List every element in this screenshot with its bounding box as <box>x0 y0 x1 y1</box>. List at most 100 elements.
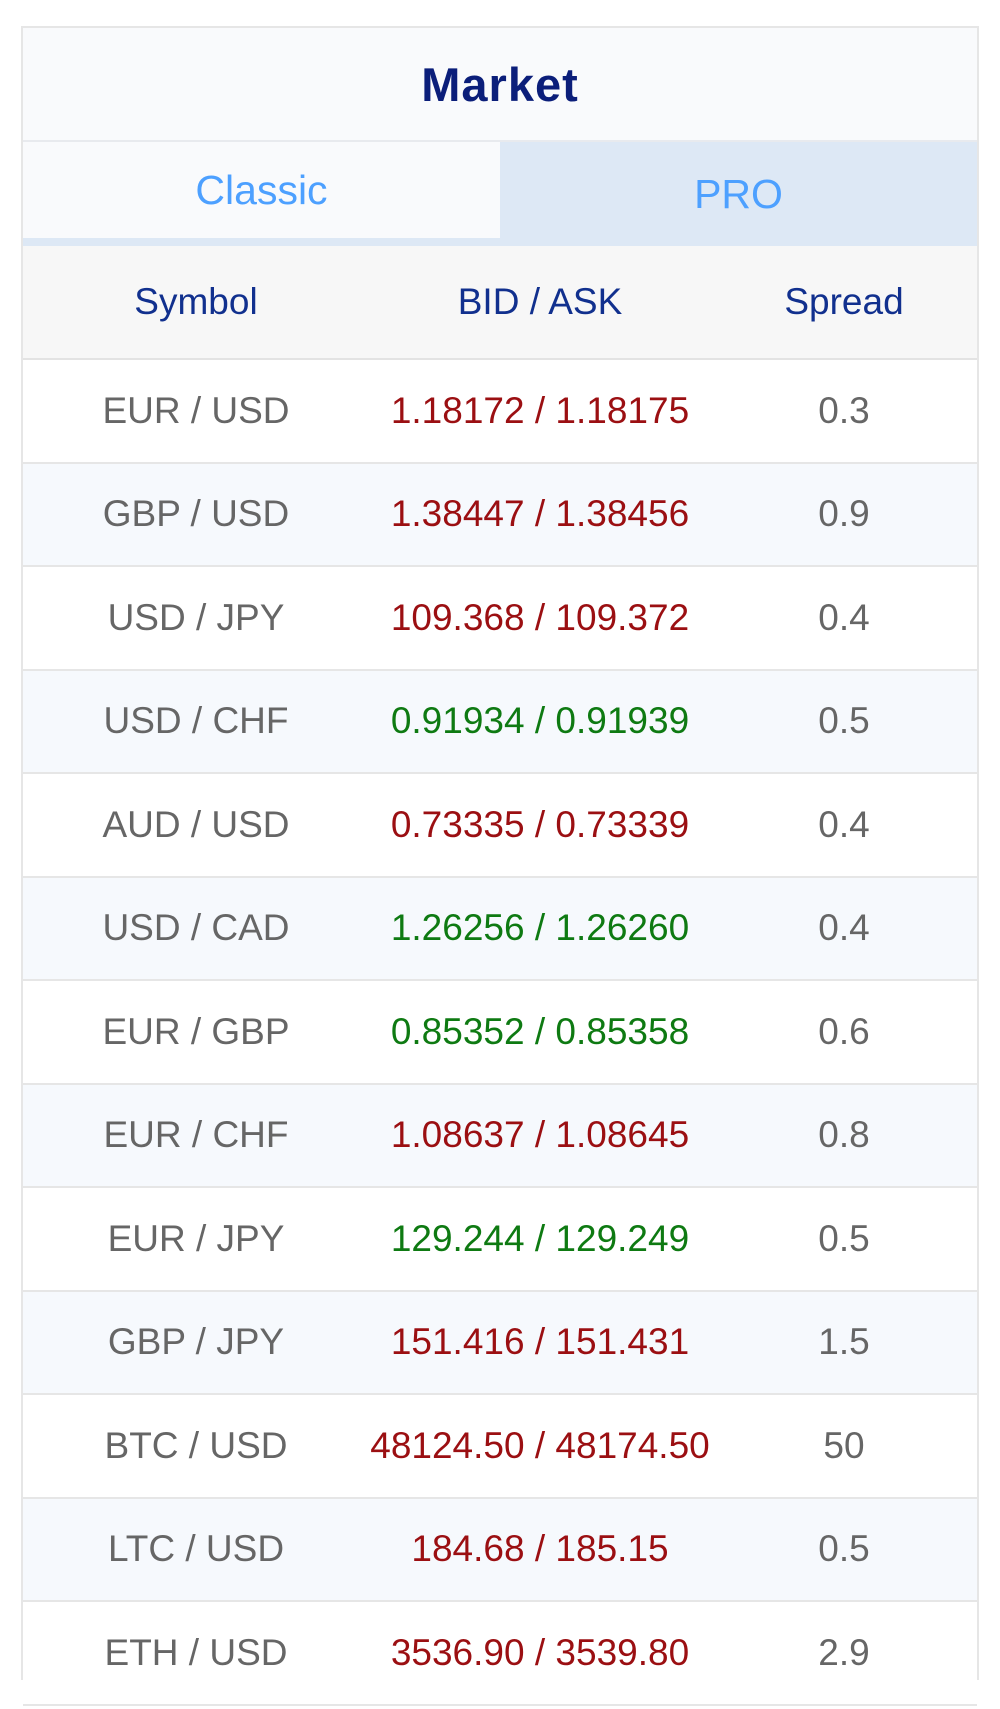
bid-ask-cell: 0.85352 / 0.85358 <box>369 1011 711 1053</box>
bid-value: 3536.90 <box>390 1631 525 1673</box>
table-row[interactable]: BTC / USD 48124.50 / 48174.50 50 <box>23 1395 977 1499</box>
spread-cell: 0.5 <box>818 700 870 742</box>
table-row[interactable]: USD / JPY 109.368 / 109.372 0.4 <box>23 567 977 671</box>
bid-ask-separator: / <box>524 1528 556 1570</box>
table-row[interactable]: EUR / CHF 1.08637 / 1.08645 0.8 <box>23 1084 977 1188</box>
spread-cell: 0.4 <box>818 803 870 845</box>
bid-ask-separator: / <box>524 493 556 535</box>
bid-ask-cell: 151.416 / 151.431 <box>369 1321 711 1363</box>
bid-ask-cell: 184.68 / 185.15 <box>369 1528 711 1570</box>
bid-value: 1.18172 <box>390 389 525 431</box>
ask-value: 109.372 <box>555 596 690 638</box>
ask-value: 48174.50 <box>555 1424 710 1466</box>
bid-ask-cell: 1.26256 / 1.26260 <box>369 907 711 949</box>
ask-value: 1.26260 <box>555 907 690 949</box>
bid-value: 0.73335 <box>390 803 525 845</box>
ask-value: 129.249 <box>555 1217 690 1259</box>
spread-cell: 2.9 <box>818 1631 870 1673</box>
table-row[interactable]: LTC / USD 184.68 / 185.15 0.5 <box>23 1498 977 1602</box>
bid-value: 1.26256 <box>390 907 525 949</box>
bid-ask-separator: / <box>524 1114 556 1156</box>
symbol-cell: LTC / USD <box>107 1528 285 1570</box>
ask-value: 1.18175 <box>555 389 690 431</box>
tab-pro[interactable]: PRO <box>500 142 977 246</box>
tab-classic[interactable]: Classic <box>23 142 500 246</box>
ask-value: 0.91939 <box>555 700 690 742</box>
symbol-cell: USD / JPY <box>107 596 285 638</box>
spread-cell: 0.5 <box>818 1217 870 1259</box>
table-header: Symbol BID / ASK Spread <box>23 246 977 360</box>
bid-value: 0.91934 <box>390 700 525 742</box>
spread-cell: 1.5 <box>818 1321 870 1363</box>
symbol-cell: BTC / USD <box>104 1424 288 1466</box>
bid-ask-cell: 1.08637 / 1.08645 <box>369 1114 711 1156</box>
table-row[interactable]: ETH / USD 3536.90 / 3539.80 2.9 <box>23 1602 977 1706</box>
bid-ask-separator: / <box>524 1321 556 1363</box>
symbol-cell: EUR / GBP <box>102 1010 290 1052</box>
header-spread: Spread <box>784 281 904 322</box>
table-row[interactable]: USD / CHF 0.91934 / 0.91939 0.5 <box>23 670 977 774</box>
ask-value: 1.38456 <box>555 493 690 535</box>
bid-value: 184.68 <box>411 1528 525 1570</box>
ask-value: 3539.80 <box>555 1631 690 1673</box>
spread-cell: 0.3 <box>818 389 870 431</box>
symbol-cell: GBP / JPY <box>107 1321 285 1363</box>
bid-ask-cell: 1.18172 / 1.18175 <box>369 390 711 432</box>
spread-cell: 0.4 <box>818 907 870 949</box>
bid-value: 0.85352 <box>390 1010 525 1052</box>
bid-ask-cell: 3536.90 / 3539.80 <box>369 1632 711 1674</box>
spread-cell: 0.8 <box>818 1114 870 1156</box>
widget-title: Market <box>421 57 579 111</box>
symbol-cell: GBP / USD <box>102 493 290 535</box>
bid-ask-separator: / <box>524 700 556 742</box>
tab-bar: Classic PRO <box>23 142 977 246</box>
bid-ask-separator: / <box>524 596 556 638</box>
symbol-cell: EUR / USD <box>102 389 290 431</box>
table-row[interactable]: AUD / USD 0.73335 / 0.73339 0.4 <box>23 774 977 878</box>
bid-value: 109.368 <box>390 596 525 638</box>
bid-value: 1.38447 <box>390 493 525 535</box>
bid-ask-cell: 129.244 / 129.249 <box>369 1218 711 1260</box>
bid-ask-separator: / <box>524 803 556 845</box>
bid-ask-separator: / <box>524 389 556 431</box>
ask-value: 151.431 <box>555 1321 690 1363</box>
ask-value: 1.08645 <box>555 1114 690 1156</box>
table-row[interactable]: GBP / USD 1.38447 / 1.38456 0.9 <box>23 463 977 567</box>
bid-ask-cell: 109.368 / 109.372 <box>369 597 711 639</box>
bid-ask-separator: / <box>524 1217 556 1259</box>
bid-value: 151.416 <box>390 1321 525 1363</box>
header-symbol: Symbol <box>134 281 258 322</box>
bid-ask-cell: 1.38447 / 1.38456 <box>369 493 711 535</box>
table-row[interactable]: EUR / JPY 129.244 / 129.249 0.5 <box>23 1188 977 1292</box>
symbol-cell: EUR / CHF <box>103 1114 289 1156</box>
table-row[interactable]: GBP / JPY 151.416 / 151.431 1.5 <box>23 1291 977 1395</box>
spread-cell: 0.4 <box>818 596 870 638</box>
spread-cell: 0.6 <box>818 1010 870 1052</box>
title-bar: Market <box>23 28 977 142</box>
bid-ask-cell: 0.91934 / 0.91939 <box>369 700 711 742</box>
bid-ask-separator: / <box>524 1010 556 1052</box>
ask-value: 185.15 <box>555 1528 669 1570</box>
symbol-cell: EUR / JPY <box>107 1217 285 1259</box>
table-body: EUR / USD 1.18172 / 1.18175 0.3 GBP / USD 1.… <box>23 360 977 1706</box>
table-row[interactable]: EUR / GBP 0.85352 / 0.85358 0.6 <box>23 981 977 1085</box>
bid-ask-separator: / <box>524 1424 556 1466</box>
bid-value: 129.244 <box>390 1217 525 1259</box>
bid-ask-separator: / <box>524 1631 556 1673</box>
bid-value: 1.08637 <box>390 1114 525 1156</box>
market-widget: Market Classic PRO Symbol BID / ASK Spre… <box>21 26 979 1706</box>
ask-value: 0.85358 <box>555 1010 690 1052</box>
table-row[interactable]: EUR / USD 1.18172 / 1.18175 0.3 <box>23 360 977 464</box>
bid-ask-separator: / <box>524 907 556 949</box>
bid-value: 48124.50 <box>370 1424 525 1466</box>
spread-cell: 0.9 <box>818 493 870 535</box>
symbol-cell: ETH / USD <box>104 1631 288 1673</box>
spread-cell: 0.5 <box>818 1528 870 1570</box>
bid-ask-cell: 0.73335 / 0.73339 <box>369 804 711 846</box>
quotes-table: Symbol BID / ASK Spread EUR / USD 1.18172… <box>23 246 977 1706</box>
header-bid-ask: BID / ASK <box>457 281 623 322</box>
ask-value: 0.73339 <box>555 803 690 845</box>
symbol-cell: USD / CAD <box>102 907 290 949</box>
table-row[interactable]: USD / CAD 1.26256 / 1.26260 0.4 <box>23 877 977 981</box>
bid-ask-cell: 48124.50 / 48174.50 <box>369 1425 711 1467</box>
